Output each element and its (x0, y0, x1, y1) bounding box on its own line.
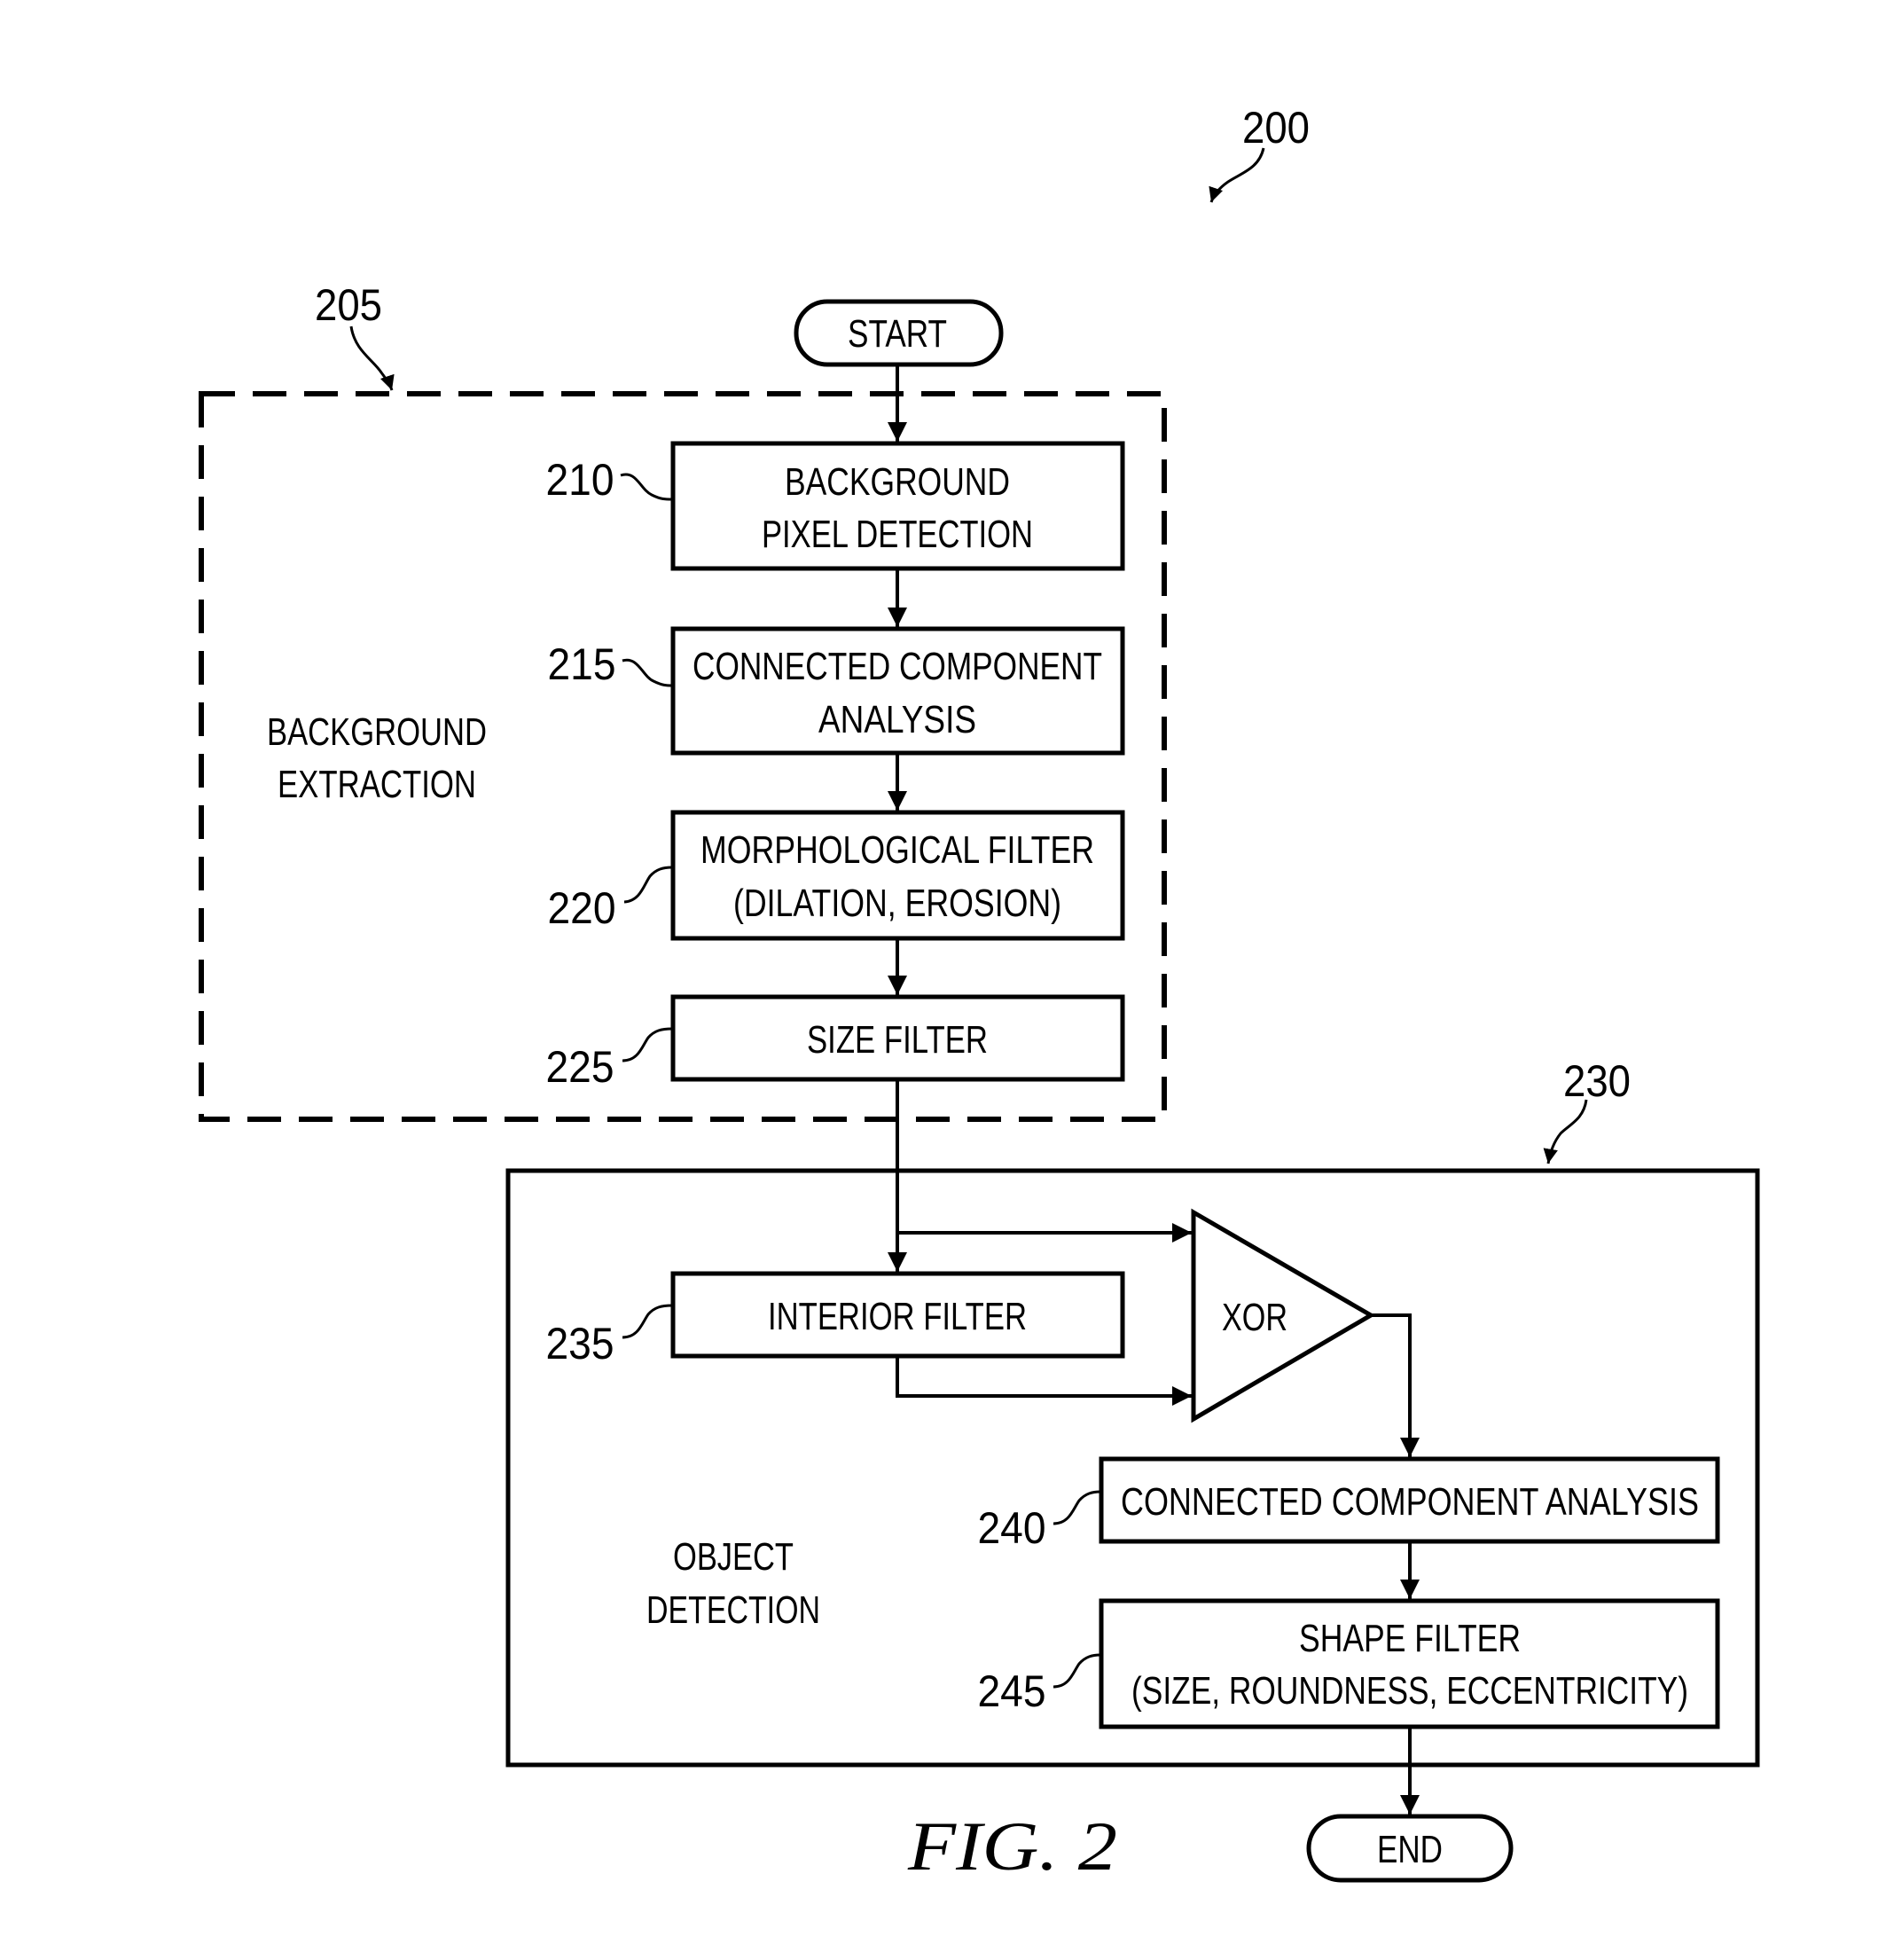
step-ref-225-leader (622, 1027, 673, 1062)
step-label-line2: PIXEL DETECTION (762, 513, 1033, 556)
step-label-line1: CONNECTED COMPONENT (693, 645, 1102, 688)
object-detection-group-leader-arrow (1543, 1099, 1588, 1164)
connector-xor-to-240 (1371, 1313, 1420, 1457)
step-235-interior-filter: INTERIOR FILTER (670, 1271, 1125, 1359)
end-terminal-label: END (1377, 1828, 1443, 1871)
step-ref-220: 220 (548, 883, 616, 933)
step-label-line1: MORPHOLOGICAL FILTER (700, 828, 1094, 872)
step-ref-210-leader (620, 473, 673, 501)
flowchart-diagram: 200 205 BACKGROUND EXTRACTION 230 OBJECT… (199, 103, 1760, 1885)
step-ref-235: 235 (546, 1319, 614, 1368)
end-terminal: END (1306, 1814, 1514, 1883)
figure-ref-200-leader-arrow (1209, 147, 1265, 203)
object-detection-label-line1: OBJECT (673, 1535, 794, 1579)
connector-235-to-xor-input-2 (896, 1356, 1192, 1406)
object-detection-group-ref: 230 (1563, 1056, 1631, 1106)
flow-connectors (888, 365, 1420, 1815)
step-label-line1: SIZE FILTER (807, 1018, 988, 1062)
step-label-line1: BACKGROUND (785, 460, 1010, 504)
figure-ref-200: 200 (1242, 103, 1310, 153)
step-210-background-pixel-detection: BACKGROUND PIXEL DETECTION (670, 441, 1125, 571)
step-ref-240-leader (1053, 1490, 1101, 1525)
step-ref-225: 225 (546, 1042, 614, 1092)
background-extraction-label-line2: EXTRACTION (278, 763, 476, 806)
xor-gate-label: XOR (1222, 1296, 1287, 1339)
step-ref-240: 240 (978, 1503, 1046, 1553)
step-label-line1: CONNECTED COMPONENT ANALYSIS (1121, 1480, 1699, 1524)
step-ref-220-leader (623, 866, 673, 904)
background-extraction-label-line1: BACKGROUND (267, 710, 487, 754)
step-245-shape-filter: SHAPE FILTER (SIZE, ROUNDNESS, ECCENTRIC… (1099, 1598, 1720, 1729)
step-label-line2: (DILATION, EROSION) (733, 882, 1061, 925)
background-extraction-group-leader-arrow (349, 325, 395, 391)
start-terminal: START (794, 299, 1004, 367)
xor-gate: XOR (1191, 1208, 1375, 1423)
step-label-line2: ANALYSIS (818, 698, 976, 741)
step-215-connected-component-analysis: CONNECTED COMPONENT ANALYSIS (670, 626, 1125, 756)
step-ref-235-leader (622, 1304, 673, 1339)
step-label-line1: SHAPE FILTER (1299, 1617, 1521, 1660)
step-225-size-filter: SIZE FILTER (670, 994, 1125, 1082)
background-extraction-group-ref: 205 (315, 280, 382, 330)
step-ref-215-leader (622, 658, 673, 687)
step-ref-215: 215 (548, 639, 616, 689)
step-220-morphological-filter: MORPHOLOGICAL FILTER (DILATION, EROSION) (670, 810, 1125, 941)
step-label-line1: INTERIOR FILTER (768, 1295, 1027, 1338)
object-detection-label-line2: DETECTION (646, 1588, 820, 1632)
step-label-line2: (SIZE, ROUNDNESS, ECCENTRICITY) (1131, 1669, 1688, 1713)
figure-caption: FIG. 2 (907, 1807, 1117, 1885)
step-ref-245: 245 (978, 1666, 1046, 1716)
start-terminal-label: START (848, 312, 947, 356)
step-ref-210: 210 (546, 455, 614, 505)
step-240-connected-component-analysis: CONNECTED COMPONENT ANALYSIS (1099, 1456, 1720, 1544)
step-ref-245-leader (1053, 1653, 1101, 1689)
